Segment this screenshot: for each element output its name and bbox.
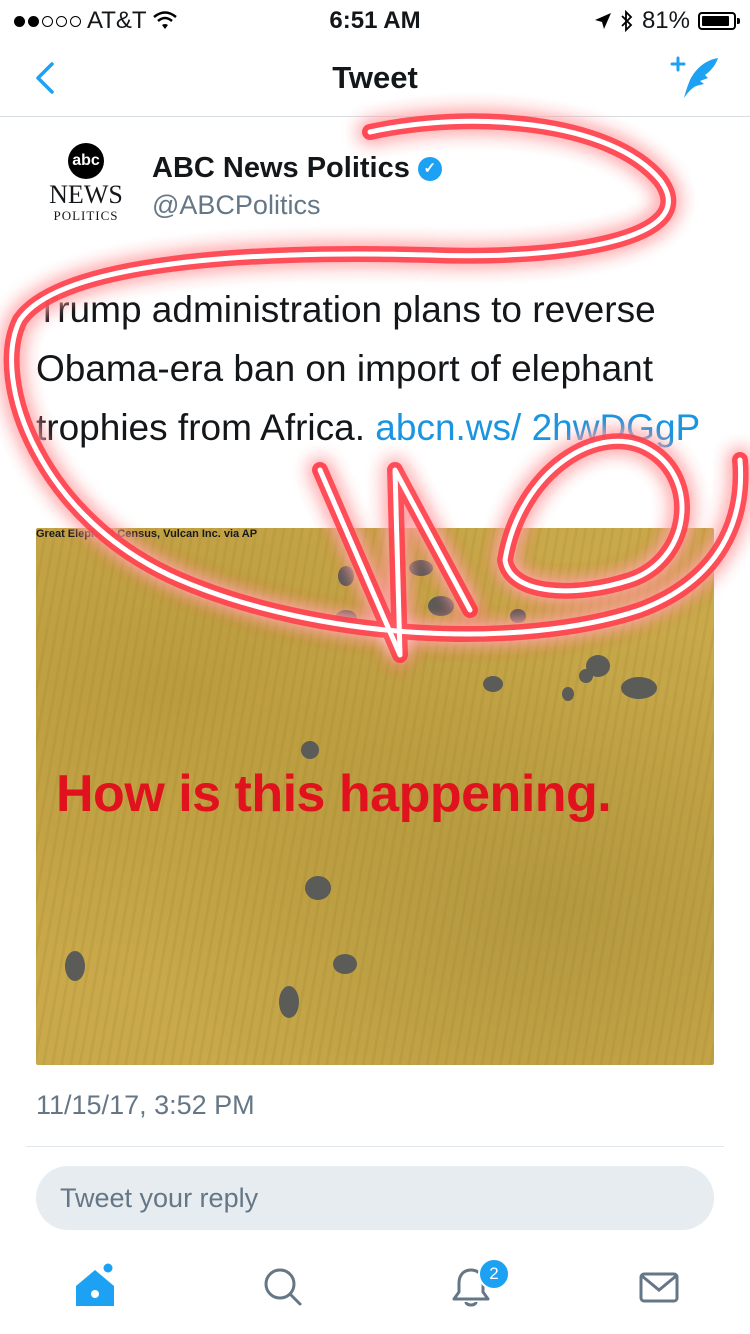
status-bar: AT&T 6:51 AM 81% — [0, 0, 750, 40]
messages-envelope-icon[interactable] — [634, 1262, 684, 1312]
reply-input[interactable]: Tweet your reply — [36, 1166, 714, 1230]
tweet-link[interactable]: abcn.ws/ 2hwDGgP — [375, 407, 700, 448]
tweet-timestamp: 11/15/17, 3:52 PM — [36, 1090, 255, 1120]
location-arrow-icon — [594, 13, 611, 29]
author-name: ABC News Politics — [152, 152, 410, 184]
avatar-news-text: NEWS — [49, 180, 123, 209]
media-credit: Great Elephant Census, Vulcan Inc. via A… — [36, 528, 258, 540]
search-icon[interactable] — [258, 1262, 308, 1312]
author-handle[interactable]: @ABCPolitics — [152, 190, 320, 221]
reply-placeholder: Tweet your reply — [60, 1183, 259, 1213]
bluetooth-icon — [621, 10, 633, 32]
divider — [26, 1146, 724, 1147]
avatar[interactable]: abc NEWS POLITICS — [40, 140, 132, 232]
avatar-politics-text: POLITICS — [53, 208, 119, 223]
abc-logo: abc — [68, 143, 104, 179]
battery-icon — [698, 12, 740, 30]
status-right: 81% — [594, 7, 740, 35]
nav-bar: Tweet — [0, 40, 750, 117]
author-name-row[interactable]: ABC News Politics ✓ — [152, 152, 442, 185]
home-icon[interactable] — [70, 1262, 120, 1312]
battery-percent: 81% — [641, 7, 690, 34]
verified-badge-icon: ✓ — [417, 156, 442, 181]
compose-tweet-icon[interactable] — [670, 54, 722, 102]
page-title: Tweet — [332, 60, 418, 95]
notifications-badge: 2 — [478, 1258, 510, 1290]
tweet-text: Trump administration plans to reverse Ob… — [36, 280, 716, 457]
media-overlay-caption: How is this happening. — [56, 765, 612, 823]
tab-bar — [0, 1240, 750, 1334]
